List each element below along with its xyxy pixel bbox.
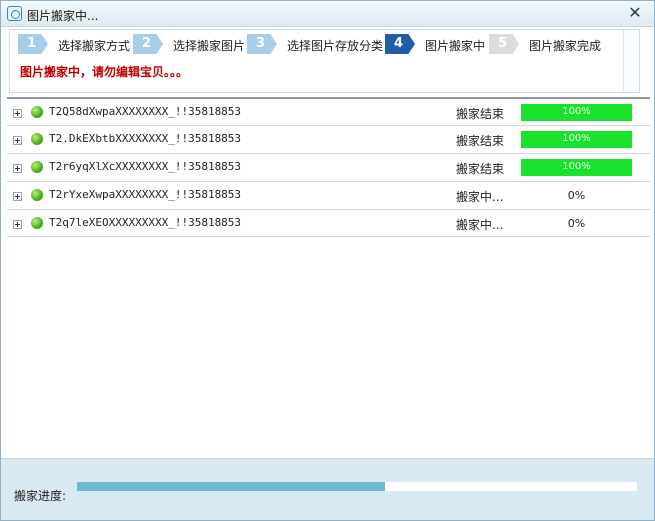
row-status: 搬家中... bbox=[456, 190, 504, 204]
table-row[interactable]: T2rYxeXwpaXXXXXXXX_!!35818853 搬家中... 0% bbox=[7, 181, 650, 209]
step-label: 选择图片存放分类 bbox=[287, 39, 384, 53]
step-number: 3 bbox=[247, 34, 277, 54]
row-progress: 100% bbox=[521, 104, 632, 121]
image-task-list: T2Q58dXwpaXXXXXXXX_!!35818853 搬家结束 100% … bbox=[7, 97, 650, 237]
row-progress: 0% bbox=[521, 187, 632, 204]
row-status: 搬家结束 bbox=[456, 134, 505, 148]
table-row[interactable]: T2q7leXEOXXXXXXXXX_!!35818853 搬家中... 0% bbox=[7, 209, 650, 237]
step-label: 选择搬家方式 bbox=[58, 39, 131, 53]
overall-progress-label: 搬家进度: bbox=[14, 489, 67, 503]
footer-bar: 搬家进度: bbox=[1, 458, 654, 520]
image-name: T2q7leXEOXXXXXXXXX_!!35818853 bbox=[49, 216, 242, 229]
warning-message: 图片搬家中，请勿编辑宝贝。。。 bbox=[20, 65, 189, 79]
migration-dialog: 图片搬家中... ✕ 1 选择搬家方式 2 选择搬家图片 3 选择图片存放分类 … bbox=[0, 0, 655, 521]
progress-text: 100% bbox=[562, 106, 591, 117]
expand-icon[interactable] bbox=[13, 192, 22, 201]
status-dot-icon bbox=[31, 106, 43, 118]
row-progress: 100% bbox=[521, 131, 632, 148]
step-number: 1 bbox=[18, 34, 48, 54]
progress-text: 0% bbox=[567, 189, 586, 202]
overall-progress-bar bbox=[77, 482, 637, 491]
status-dot-icon bbox=[31, 189, 43, 201]
status-dot-icon bbox=[31, 217, 43, 229]
expand-icon[interactable] bbox=[13, 220, 22, 229]
step-number: 2 bbox=[133, 34, 163, 54]
table-row[interactable]: T2.DkEXbtbXXXXXXXX_!!35818853 搬家结束 100% bbox=[7, 125, 650, 153]
progress-text: 100% bbox=[562, 133, 591, 144]
expand-icon[interactable] bbox=[13, 164, 22, 173]
row-progress: 100% bbox=[521, 159, 632, 176]
step-number: 5 bbox=[489, 34, 519, 54]
table-row[interactable]: T2r6yqXlXcXXXXXXXX_!!35818853 搬家结束 100% bbox=[7, 153, 650, 181]
table-row[interactable]: T2Q58dXwpaXXXXXXXX_!!35818853 搬家结束 100% bbox=[7, 97, 650, 125]
image-name: T2rYxeXwpaXXXXXXXX_!!35818853 bbox=[49, 188, 242, 201]
row-status: 搬家结束 bbox=[456, 107, 505, 121]
progress-text: 0% bbox=[567, 217, 586, 230]
row-status: 搬家中... bbox=[456, 218, 504, 232]
window-title: 图片搬家中... bbox=[27, 9, 99, 23]
row-status: 搬家结束 bbox=[456, 162, 505, 176]
step-label: 图片搬家完成 bbox=[529, 39, 602, 53]
wizard-steps-panel: 1 选择搬家方式 2 选择搬家图片 3 选择图片存放分类 4 图片搬家中 5 图… bbox=[9, 29, 640, 93]
status-dot-icon bbox=[31, 133, 43, 145]
expand-icon[interactable] bbox=[13, 136, 22, 145]
image-name: T2.DkEXbtbXXXXXXXX_!!35818853 bbox=[49, 132, 242, 145]
overall-progress-fill bbox=[77, 482, 385, 491]
step-number: 4 bbox=[385, 34, 415, 54]
image-name: T2Q58dXwpaXXXXXXXX_!!35818853 bbox=[49, 105, 242, 118]
image-name: T2r6yqXlXcXXXXXXXX_!!35818853 bbox=[49, 160, 242, 173]
app-icon bbox=[7, 6, 22, 21]
step-label: 选择搬家图片 bbox=[173, 39, 246, 53]
expand-icon[interactable] bbox=[13, 109, 22, 118]
title-bar[interactable]: 图片搬家中... ✕ bbox=[1, 1, 654, 27]
scrollbar[interactable] bbox=[623, 30, 639, 92]
row-progress: 0% bbox=[521, 215, 632, 232]
step-label: 图片搬家中 bbox=[425, 39, 486, 53]
progress-text: 100% bbox=[562, 161, 591, 172]
close-button[interactable]: ✕ bbox=[626, 4, 644, 22]
status-dot-icon bbox=[31, 161, 43, 173]
